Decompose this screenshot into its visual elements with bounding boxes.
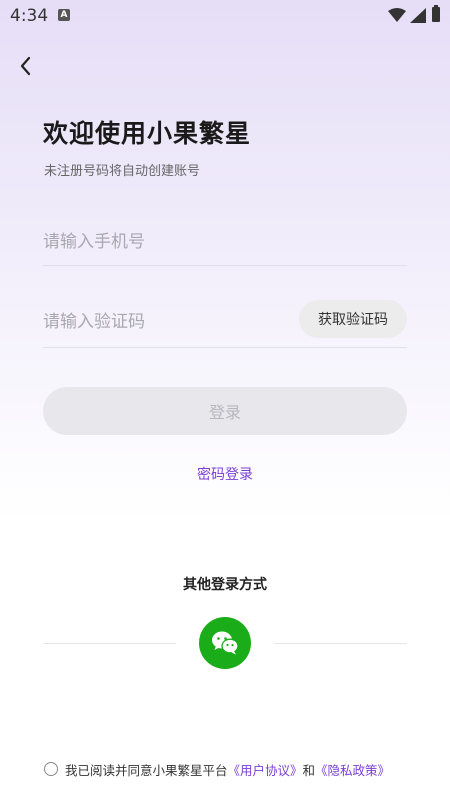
battery-icon bbox=[432, 5, 440, 22]
back-button[interactable] bbox=[14, 54, 38, 78]
status-time: 4:34 bbox=[10, 6, 49, 26]
agree-checkbox[interactable] bbox=[44, 762, 58, 776]
user-agreement-link[interactable]: 《用户协议》 bbox=[228, 760, 303, 779]
code-input[interactable] bbox=[43, 302, 283, 342]
divider-left bbox=[43, 643, 176, 644]
agreement-text: 我已阅读并同意小果繁星平台 bbox=[65, 762, 228, 778]
other-login-title: 其他登录方式 bbox=[183, 577, 267, 593]
code-field: 获取验证码 bbox=[43, 300, 407, 348]
get-code-button[interactable]: 获取验证码 bbox=[299, 300, 407, 338]
wifi-icon bbox=[388, 8, 406, 22]
wechat-icon bbox=[212, 631, 239, 655]
signal-icon bbox=[410, 8, 426, 23]
wechat-login-button[interactable] bbox=[199, 617, 251, 669]
agreement-conjunction: 和 bbox=[302, 762, 316, 778]
password-login-link[interactable]: 密码登录 bbox=[0, 464, 450, 484]
phone-field bbox=[43, 222, 407, 266]
status-bar: 4:34 A bbox=[0, 0, 450, 32]
login-button[interactable]: 登录 bbox=[43, 387, 407, 435]
agreement-row: 我已阅读并同意小果繁星平台 《用户协议》 和 《隐私政策》 bbox=[44, 760, 390, 778]
notification-a-icon: A bbox=[58, 9, 70, 21]
phone-input[interactable] bbox=[43, 222, 283, 262]
divider-right bbox=[274, 643, 407, 644]
chevron-left-icon bbox=[20, 56, 31, 76]
page-subtitle: 未注册号码将自动创建账号 bbox=[44, 164, 201, 179]
privacy-policy-link[interactable]: 《隐私政策》 bbox=[315, 760, 390, 779]
page-title: 欢迎使用小果繁星 bbox=[43, 119, 252, 148]
